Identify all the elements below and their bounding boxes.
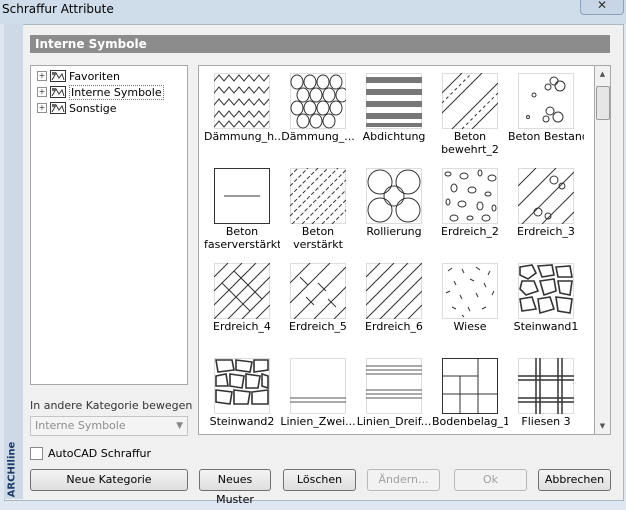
pebbles-pattern-icon	[442, 168, 498, 224]
diagonal-ticks-pattern-icon	[290, 263, 346, 319]
pattern-label: Erdreich_4	[213, 320, 271, 333]
pattern-label: Beton verstärkt	[293, 225, 343, 251]
pattern-tile[interactable]: Beton faserverstärkt	[204, 163, 280, 255]
window-title: Schraffur Attribute	[2, 2, 114, 16]
pattern-label: Linien_Zwei...	[280, 415, 356, 428]
pattern-label: Beton bewehrt_2	[441, 130, 499, 156]
scroll-up-icon[interactable]: ▲	[595, 66, 610, 82]
pattern-tile[interactable]: Beton verstärkt	[280, 163, 356, 255]
autocad-hatch-option[interactable]: AutoCAD Schraffur	[30, 447, 151, 460]
pattern-label: Erdreich_3	[517, 225, 575, 238]
expand-icon[interactable]: +	[37, 103, 47, 113]
pattern-label: Beton Bestand	[508, 130, 584, 143]
diagonal-sparse-pattern-icon	[366, 263, 422, 319]
category-select-value: Interne Symbole	[35, 419, 126, 432]
tree-item-sonstige[interactable]: + Sonstige	[37, 100, 117, 116]
pattern-label: Abdichtung	[362, 130, 426, 143]
parquet-pattern-icon	[442, 358, 498, 414]
pattern-label: Rollierung	[366, 225, 422, 238]
pattern-label: Dämmung_...	[281, 130, 355, 143]
pattern-label: Linien_Dreif...	[356, 415, 432, 428]
brand-label: ARCHIline	[6, 441, 18, 498]
pattern-tile[interactable]: Bodenbelag_1	[432, 353, 508, 445]
pattern-label: Wiese	[453, 320, 487, 333]
expand-icon[interactable]: +	[37, 87, 47, 97]
scallops-pattern-icon	[290, 73, 346, 129]
zigzag-pattern-icon	[214, 73, 270, 129]
pattern-tile[interactable]: Wiese	[432, 258, 508, 350]
pattern-tile[interactable]: Beton bewehrt_2	[432, 68, 508, 160]
pattern-grid[interactable]: Dämmung_h... Dämmung_... Abdichtung Beto…	[198, 65, 595, 435]
title-bar: Schraffur Attribute ✕	[0, 0, 626, 24]
pattern-tile[interactable]: Erdreich_2	[432, 163, 508, 255]
cancel-button[interactable]: Abbrechen	[538, 469, 611, 491]
ok-button[interactable]: Ok	[454, 469, 527, 491]
circles-pattern-icon	[366, 168, 422, 224]
pattern-label: Erdreich_6	[365, 320, 423, 333]
pattern-tile[interactable]: Erdreich_3	[508, 163, 584, 255]
stone-wall-2-pattern-icon	[214, 358, 270, 414]
pattern-tile[interactable]: Beton Bestand	[508, 68, 584, 160]
pattern-label: Steinwand2	[209, 415, 275, 428]
pattern-label: Beton faserverstärkt	[204, 225, 280, 251]
tree-item-favoriten[interactable]: + Favoriten	[37, 68, 120, 84]
crosshatch-pattern-icon	[214, 263, 270, 319]
new-category-button[interactable]: Neue Kategorie	[30, 469, 188, 491]
pattern-label: Steinwand1	[513, 320, 579, 333]
pattern-label: Erdreich_5	[289, 320, 347, 333]
tiles-pattern-icon	[518, 358, 574, 414]
scroll-down-icon[interactable]: ▼	[595, 418, 610, 434]
new-pattern-button[interactable]: Neues Muster	[199, 469, 271, 506]
bubbles-pattern-icon	[518, 73, 574, 129]
autocad-hatch-checkbox[interactable]	[30, 447, 43, 460]
pattern-folder-icon	[50, 86, 66, 98]
box-line-pattern-icon	[214, 168, 270, 224]
pattern-label: Fliesen 3	[521, 415, 571, 428]
edit-button[interactable]: Ändern...	[367, 469, 440, 491]
three-lines-pattern-icon	[366, 358, 422, 414]
diagonal-dashed-pattern-icon	[442, 73, 498, 129]
pattern-tile[interactable]: Fliesen 3	[508, 353, 584, 445]
pattern-tile[interactable]: Linien_Dreif...	[356, 353, 432, 445]
tree-item-label: Favoriten	[69, 69, 120, 83]
close-button[interactable]: ✕	[580, 0, 624, 15]
brand-strip: ARCHIline	[4, 24, 23, 499]
category-select[interactable]: Interne Symbole ▼	[30, 416, 188, 436]
pattern-label: Bodenbelag_1	[432, 415, 508, 428]
move-category-label: In andere Kategorie bewegen	[30, 399, 193, 412]
stone-wall-pattern-icon	[518, 263, 574, 319]
tree-item-label: Sonstige	[69, 101, 117, 115]
two-lines-pattern-icon	[290, 358, 346, 414]
pattern-tile[interactable]: Steinwand2	[204, 353, 280, 445]
pattern-tile[interactable]: Erdreich_4	[204, 258, 280, 350]
category-tree[interactable]: + Favoriten + Interne Symbole + Sonstige	[30, 65, 188, 385]
pattern-tile[interactable]: Abdichtung	[356, 68, 432, 160]
pattern-tile[interactable]: Linien_Zwei...	[280, 353, 356, 445]
pattern-label: Erdreich_2	[441, 225, 499, 238]
chevron-down-icon: ▼	[176, 421, 183, 431]
dense-diagonal-pattern-icon	[290, 168, 346, 224]
expand-icon[interactable]: +	[37, 71, 47, 81]
pattern-folder-icon	[50, 70, 66, 82]
stripes-pattern-icon	[366, 73, 422, 129]
autocad-hatch-label: AutoCAD Schraffur	[48, 447, 152, 460]
pattern-scrollbar[interactable]: ▲ ▼	[594, 65, 611, 435]
pattern-tile[interactable]: Steinwand1	[508, 258, 584, 350]
pattern-tile[interactable]: Erdreich_5	[280, 258, 356, 350]
pattern-folder-icon	[50, 102, 66, 114]
tree-item-interne-symbole[interactable]: + Interne Symbole	[37, 84, 164, 100]
pattern-tile[interactable]: Erdreich_6	[356, 258, 432, 350]
pattern-tile[interactable]: Rollierung	[356, 163, 432, 255]
diagonal-circles-pattern-icon	[518, 168, 574, 224]
delete-button[interactable]: Löschen	[283, 469, 356, 491]
scroll-thumb[interactable]	[596, 86, 610, 120]
grass-pattern-icon	[442, 263, 498, 319]
section-title: Interne Symbole	[30, 35, 610, 53]
pattern-tile[interactable]: Dämmung_h...	[204, 68, 280, 160]
pattern-tile[interactable]: Dämmung_...	[280, 68, 356, 160]
tree-item-label: Interne Symbole	[69, 84, 164, 100]
pattern-label: Dämmung_h...	[204, 130, 280, 143]
